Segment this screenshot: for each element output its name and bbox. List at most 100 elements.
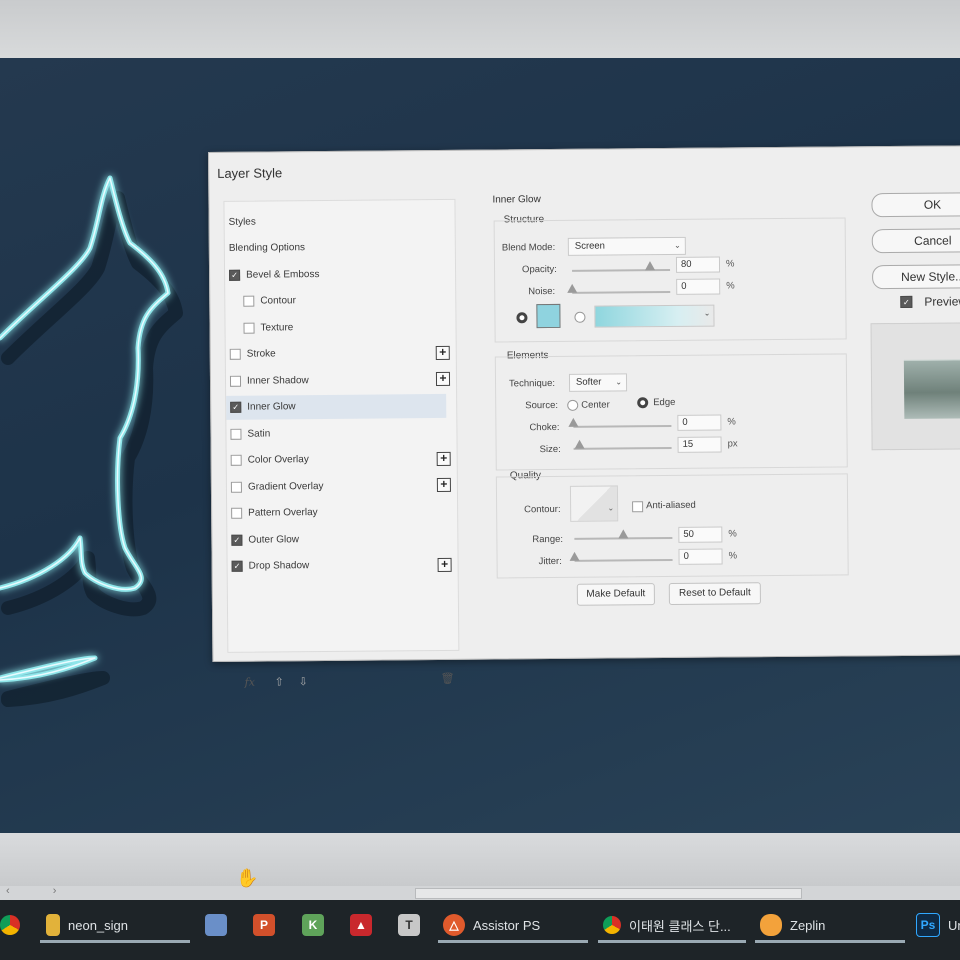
make-default-button[interactable]: Make Default bbox=[576, 583, 655, 606]
taskbar-autocad[interactable]: ▲ bbox=[350, 908, 372, 942]
technique-select[interactable]: Softer ⌄ bbox=[568, 373, 628, 392]
style-item-satin[interactable]: Satin bbox=[226, 420, 446, 446]
style-checkbox[interactable] bbox=[229, 375, 242, 387]
style-item-inner-shadow[interactable]: Inner Shadow + bbox=[226, 367, 451, 393]
cancel-button[interactable]: Cancel bbox=[871, 228, 960, 254]
taskbar-app-1[interactable] bbox=[205, 908, 227, 942]
style-item-bevel-emboss[interactable]: ✓ Bevel & Emboss bbox=[225, 261, 445, 287]
add-effect-icon[interactable]: + bbox=[435, 371, 451, 387]
powerpoint-icon: P bbox=[253, 914, 275, 936]
choke-unit: % bbox=[727, 416, 736, 428]
gradient-picker[interactable]: ⌄ bbox=[594, 304, 715, 328]
taskbar-item-photoshop[interactable]: Ps Un bbox=[916, 908, 960, 942]
reset-to-default-button[interactable]: Reset to Default bbox=[668, 582, 761, 605]
chrome-taskbar-icon[interactable] bbox=[0, 908, 20, 942]
source-center-radio[interactable] bbox=[567, 399, 579, 411]
style-checkbox[interactable] bbox=[229, 348, 241, 360]
source-center-label: Center bbox=[581, 399, 610, 411]
add-effect-icon[interactable]: + bbox=[436, 450, 451, 466]
taskbar-item-neon-sign[interactable]: neon_sign bbox=[46, 908, 128, 942]
style-item-inner-glow[interactable]: ✓ Inner Glow bbox=[226, 393, 447, 420]
style-checkbox[interactable] bbox=[230, 428, 242, 440]
opacity-slider-thumb[interactable] bbox=[645, 261, 656, 271]
style-item-label: Stroke bbox=[246, 348, 276, 360]
noise-input[interactable]: 0 bbox=[676, 278, 721, 295]
dialog-title: Layer Style bbox=[217, 165, 283, 181]
style-item-drop-shadow[interactable]: ✓ Drop Shadow + bbox=[228, 552, 452, 578]
preview-swatch bbox=[903, 359, 960, 419]
gradient-radio[interactable] bbox=[574, 311, 586, 323]
style-item-label: Blending Options bbox=[228, 242, 306, 254]
jitter-slider-thumb[interactable] bbox=[569, 551, 580, 561]
anti-aliased-checkbox[interactable] bbox=[632, 501, 644, 513]
style-item-label: Inner Shadow bbox=[246, 374, 309, 387]
contour-picker[interactable]: ⌄ bbox=[569, 485, 619, 522]
active-indicator bbox=[438, 940, 588, 943]
source-edge-radio[interactable] bbox=[637, 397, 649, 409]
trash-icon[interactable]: 🗑 bbox=[441, 672, 455, 685]
taskbar-powerpoint[interactable]: P bbox=[253, 908, 275, 942]
style-item-pattern-overlay[interactable]: Pattern Overlay bbox=[227, 499, 447, 525]
style-item-contour[interactable]: Contour bbox=[225, 287, 459, 313]
range-slider-thumb[interactable] bbox=[618, 529, 629, 539]
style-list: Styles Blending Options ✓ Bevel & Emboss Con… bbox=[223, 198, 460, 689]
style-checkbox[interactable] bbox=[243, 295, 255, 307]
style-item-label: Drop Shadow bbox=[248, 560, 310, 572]
taskbar-item-chrome-tab[interactable]: 이태원 클래스 단... bbox=[603, 908, 731, 942]
style-checkbox[interactable]: ✓ bbox=[229, 269, 241, 281]
blend-mode-select[interactable]: Screen ⌄ bbox=[567, 236, 686, 256]
range-input[interactable]: 50 bbox=[678, 526, 723, 543]
horizontal-scrollbar[interactable]: ‹ › bbox=[0, 885, 960, 900]
technique-value: Softer bbox=[575, 376, 602, 388]
style-checkbox[interactable] bbox=[231, 507, 243, 519]
hand-cursor-icon: ✋ bbox=[236, 868, 259, 888]
taskbar-item-assistor[interactable]: △ Assistor PS bbox=[443, 908, 540, 942]
taskbar-t-app[interactable]: T bbox=[398, 908, 420, 942]
style-checkbox[interactable] bbox=[230, 454, 242, 466]
add-effect-icon[interactable]: + bbox=[437, 556, 452, 572]
add-effect-icon[interactable]: + bbox=[436, 477, 451, 493]
size-slider-thumb[interactable] bbox=[574, 439, 585, 449]
arrow-down-icon[interactable]: ⇩ bbox=[299, 675, 308, 688]
size-input[interactable]: 15 bbox=[677, 436, 722, 453]
scrollbar-thumb[interactable] bbox=[415, 888, 802, 899]
technique-label: Technique: bbox=[508, 377, 556, 390]
style-checkbox[interactable] bbox=[230, 481, 242, 493]
style-item-gradient-overlay[interactable]: Gradient Overlay + bbox=[227, 473, 451, 499]
style-item-texture[interactable]: Texture bbox=[225, 314, 459, 340]
choke-label: Choke: bbox=[529, 421, 560, 434]
taskbar-item-zeplin[interactable]: Zeplin bbox=[760, 908, 825, 942]
choke-input[interactable]: 0 bbox=[677, 414, 722, 431]
style-checkbox[interactable]: ✓ bbox=[230, 401, 242, 413]
color-radio[interactable] bbox=[516, 312, 528, 324]
jitter-input[interactable]: 0 bbox=[678, 548, 723, 565]
style-item-blending-options[interactable]: Blending Options bbox=[225, 234, 445, 260]
arrow-up-icon[interactable]: ⇧ bbox=[275, 675, 284, 688]
contour-label: Contour: bbox=[524, 503, 561, 516]
style-item-label: Satin bbox=[247, 427, 271, 440]
style-item-outer-glow[interactable]: ✓ Outer Glow bbox=[227, 526, 447, 552]
fx-icon[interactable]: fx bbox=[245, 676, 255, 689]
document-footer-area bbox=[0, 833, 960, 890]
style-item-stroke[interactable]: Stroke + bbox=[226, 340, 450, 366]
range-label: Range: bbox=[532, 533, 564, 546]
glow-color-swatch[interactable] bbox=[536, 303, 561, 329]
style-item-label: Contour bbox=[260, 295, 296, 307]
preview-toggle[interactable]: ✓ Preview bbox=[900, 294, 960, 309]
add-effect-icon[interactable]: + bbox=[435, 344, 450, 360]
active-indicator bbox=[755, 940, 905, 943]
style-checkbox[interactable]: ✓ bbox=[231, 560, 243, 572]
style-checkbox[interactable]: ✓ bbox=[231, 534, 243, 546]
style-item-color-overlay[interactable]: Color Overlay + bbox=[227, 446, 451, 472]
noise-slider-thumb[interactable] bbox=[567, 283, 578, 293]
chevron-down-icon: ⌄ bbox=[615, 377, 623, 387]
new-style-button[interactable]: New Style... bbox=[872, 264, 960, 290]
ok-button[interactable]: OK bbox=[871, 192, 960, 218]
taskbar-app-k[interactable]: K bbox=[302, 908, 324, 942]
style-checkbox[interactable] bbox=[243, 322, 255, 334]
style-item-styles[interactable]: Styles bbox=[225, 208, 445, 234]
opacity-input[interactable]: 80 bbox=[675, 256, 721, 273]
scroll-arrows[interactable]: ‹ › bbox=[6, 885, 76, 897]
preview-checkbox[interactable]: ✓ bbox=[900, 295, 913, 308]
choke-slider-thumb[interactable] bbox=[568, 417, 579, 427]
